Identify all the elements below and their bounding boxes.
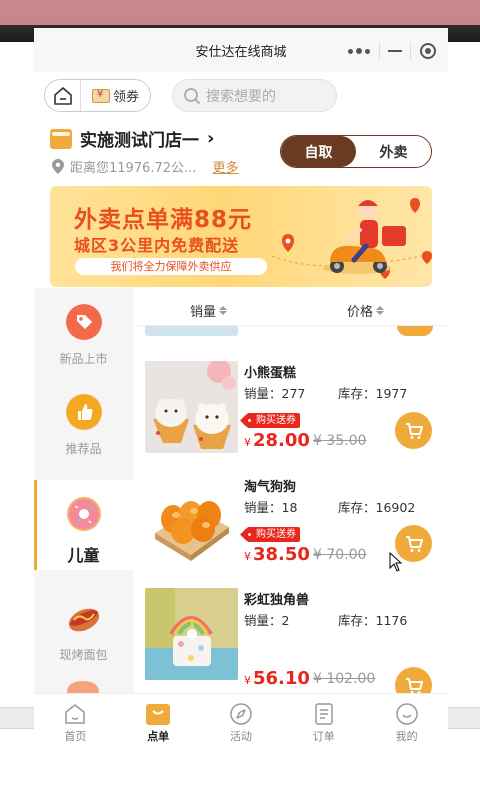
- promo-tag: 购买送券: [247, 527, 300, 542]
- compass-icon: [230, 703, 252, 725]
- banner-note: 我们将全力保障外卖供应: [75, 258, 267, 275]
- sort-header: 销量 价格: [133, 296, 448, 326]
- smile-icon: [395, 703, 418, 725]
- product-item[interactable]: 彩虹独角兽 销量：2 库存：1176 ¥56.10 ¥ 102.00: [133, 588, 448, 693]
- tab-label: 点单: [147, 730, 170, 743]
- category-sidebar: 新品上市 推荐品 儿童 现烤面包: [34, 288, 133, 693]
- banner-headline: 外卖点单满88元: [74, 207, 253, 233]
- store-name: 实施测试门店一: [80, 131, 199, 151]
- product-name: 小熊蛋糕: [244, 366, 297, 381]
- product-item[interactable]: 小熊蛋糕 销量：277 库存：1977 购买送券 ¥28.00 ¥ 35.00: [133, 361, 448, 471]
- store-icon: [50, 128, 72, 149]
- more-link[interactable]: 更多: [212, 157, 238, 176]
- product-image: [145, 361, 238, 453]
- delivery-mode-button[interactable]: 外卖: [356, 136, 431, 167]
- donut-icon: [66, 497, 101, 531]
- coupon-label: 领券: [112, 90, 139, 105]
- receipt-icon: [315, 703, 333, 725]
- more-options-icon[interactable]: [348, 48, 371, 54]
- home-coupon-pill: 领券: [44, 79, 151, 112]
- tab-profile[interactable]: 我的: [365, 694, 448, 749]
- category-item-recommended[interactable]: 推荐品: [34, 378, 133, 468]
- tag-icon: [65, 304, 102, 340]
- product-stock: 库存：16902: [338, 500, 416, 515]
- banner-subline: 城区3公里内免费配送: [74, 236, 240, 255]
- chevron-right-icon: ›: [207, 128, 215, 149]
- add-to-cart-button[interactable]: [395, 667, 432, 693]
- sort-price-label: 价格: [347, 305, 374, 320]
- cart-icon: [405, 677, 423, 693]
- promo-tag: 购买送券: [247, 413, 300, 428]
- minimize-icon[interactable]: [387, 50, 402, 52]
- location-pin-icon: [52, 159, 64, 174]
- product-image: [145, 588, 238, 680]
- category-item-kids[interactable]: 儿童: [34, 480, 133, 570]
- category-label: 新品上市: [59, 352, 108, 366]
- sort-arrows-icon: [376, 306, 385, 315]
- mouse-cursor-icon: [389, 552, 403, 572]
- product-image: [145, 475, 238, 567]
- title-bar: 安仕达在线商城: [34, 28, 448, 72]
- store-distance: 距离您11976.72公... 更多: [52, 157, 238, 176]
- product-sales: 销量：277: [244, 386, 306, 401]
- coupon-icon: [91, 88, 110, 103]
- home-icon: [53, 86, 72, 105]
- product-image-partial: [145, 326, 238, 336]
- product-name: 淘气狗狗: [244, 480, 297, 495]
- pickup-mode-button[interactable]: 自取: [281, 136, 356, 167]
- peach-icon: [67, 681, 99, 693]
- search-bar[interactable]: [172, 79, 337, 112]
- product-list: 小熊蛋糕 销量：277 库存：1977 购买送券 ¥28.00 ¥ 35.00: [133, 326, 448, 693]
- mini-program-window: 安仕达在线商城 领券 实施测试门店一: [34, 28, 448, 804]
- order-mode-toggle: 自取 外卖: [280, 135, 432, 168]
- home-button[interactable]: [45, 80, 81, 111]
- add-to-cart-button[interactable]: [395, 412, 432, 449]
- tab-home[interactable]: 首页: [34, 694, 117, 749]
- tab-orders-list[interactable]: 订单: [282, 694, 365, 749]
- product-sales: 销量：2: [244, 613, 290, 628]
- category-label: 推荐品: [65, 442, 102, 456]
- store-selector[interactable]: 实施测试门店一 ›: [50, 126, 214, 151]
- product-stock: 库存：1176: [338, 613, 408, 628]
- tab-label: 首页: [64, 730, 87, 743]
- sort-sales-label: 销量: [190, 305, 217, 320]
- category-item-bread[interactable]: 现烤面包: [34, 584, 133, 674]
- tab-order[interactable]: 点单: [117, 694, 200, 749]
- product-stock: 库存：1977: [338, 386, 408, 401]
- thumbs-up-icon: [65, 394, 102, 430]
- product-name: 彩虹独角兽: [244, 593, 310, 608]
- category-label: 现烤面包: [59, 648, 108, 662]
- bag-icon: [146, 704, 171, 725]
- original-price: ¥ 102.00: [313, 671, 376, 687]
- tab-label: 我的: [395, 730, 418, 743]
- sort-by-sales[interactable]: 销量: [190, 301, 228, 320]
- capsule-menu: [344, 37, 440, 65]
- distance-text: 距离您11976.72公...: [70, 161, 197, 176]
- hotdog-icon: [68, 608, 99, 632]
- home-icon: [65, 704, 86, 724]
- coupon-button[interactable]: 领券: [81, 86, 150, 105]
- sort-arrows-icon: [219, 306, 228, 315]
- cart-icon: [405, 535, 423, 552]
- original-price: ¥ 35.00: [313, 433, 367, 449]
- search-icon: [184, 87, 200, 104]
- cart-icon-partial: [397, 326, 433, 336]
- sort-by-price[interactable]: 价格: [347, 301, 385, 320]
- product-price: ¥56.10: [244, 668, 310, 689]
- cart-icon: [405, 422, 423, 439]
- bottom-tab-bar: 首页 点单 活动 订单 我的: [34, 693, 448, 749]
- delivery-rider-illustration: [271, 198, 432, 279]
- promo-banner[interactable]: 外卖点单满88元 城区3公里内免费配送 我们将全力保障外卖供应: [50, 186, 432, 287]
- search-input[interactable]: [206, 87, 326, 104]
- close-icon[interactable]: [419, 43, 436, 59]
- original-price: ¥ 70.00: [313, 547, 367, 563]
- tab-activity[interactable]: 活动: [200, 694, 283, 749]
- tab-label: 订单: [312, 730, 335, 743]
- tab-label: 活动: [229, 730, 252, 743]
- product-price: ¥28.00: [244, 430, 310, 451]
- product-price: ¥38.50: [244, 544, 310, 565]
- product-sales: 销量：18: [244, 500, 298, 515]
- category-item-new[interactable]: 新品上市: [34, 288, 133, 378]
- category-label: 儿童: [67, 546, 100, 565]
